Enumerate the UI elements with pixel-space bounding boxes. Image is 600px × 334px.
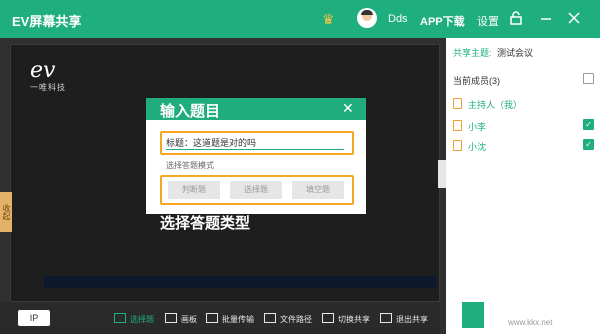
panel-toggle-handle[interactable]: [438, 160, 446, 188]
dialog-close-icon[interactable]: ✕: [342, 100, 354, 117]
host-label: 主持人（我）: [468, 100, 523, 110]
remote-taskbar: [44, 276, 436, 288]
whiteboard-icon: [165, 313, 177, 323]
answer-mode-group: 判断题 选择题 填空题: [160, 175, 354, 205]
toolbar-quiz[interactable]: 选择题: [114, 313, 154, 325]
ev-logo: ev: [30, 58, 56, 83]
host-icon: [453, 98, 462, 109]
answer-mode-label: 选择答题模式: [166, 161, 214, 170]
avatar-hair: [361, 10, 373, 15]
share-topic-label: 共享主题:: [453, 48, 492, 58]
mode-true-false-button[interactable]: 判断题: [168, 181, 220, 199]
toolbar-whiteboard-label: 画板: [181, 315, 197, 324]
avatar[interactable]: [357, 8, 377, 28]
logo-subtitle: 一唯科技: [30, 83, 66, 92]
member-icon: [453, 140, 462, 151]
question-input-highlight: [160, 131, 354, 155]
quiz-icon: [114, 313, 126, 323]
toolbar-whiteboard[interactable]: 画板: [165, 313, 197, 325]
question-input[interactable]: [166, 135, 344, 150]
toolbar-file-path-label: 文件路径: [280, 315, 312, 324]
watermark-url: www.kkx.net: [508, 318, 553, 327]
switch-icon: [322, 313, 334, 323]
app-download-link[interactable]: APP下载: [420, 13, 465, 29]
member-checkbox[interactable]: ✓: [583, 139, 594, 150]
folder-icon: [206, 313, 218, 323]
watermark-logo: KK下载: [488, 288, 557, 310]
lock-icon[interactable]: [510, 11, 526, 27]
member-name: 小沈: [468, 142, 487, 152]
select-all-checkbox[interactable]: [583, 73, 594, 84]
toolbar-exit-share[interactable]: 退出共享: [380, 313, 428, 325]
app-title: EV屏幕共享: [12, 14, 82, 29]
toolbar-exit-share-label: 退出共享: [396, 315, 428, 324]
file-path-icon: [264, 313, 276, 323]
toolbar-batch-transfer[interactable]: 批量传输: [206, 313, 254, 325]
member-checkbox[interactable]: ✓: [583, 119, 594, 130]
toolbar-switch-share-label: 切换共享: [338, 315, 370, 324]
member-icon: [453, 120, 462, 131]
mode-choice-button[interactable]: 选择题: [230, 181, 282, 199]
dialog-title: 输入题目: [160, 103, 221, 120]
user-name[interactable]: Dds: [388, 13, 408, 25]
collapse-tab[interactable]: 收起: [0, 192, 12, 232]
exit-icon: [380, 313, 392, 323]
toolbar-batch-transfer-label: 批量传输: [222, 315, 254, 324]
close-icon[interactable]: [568, 11, 584, 27]
mode-fill-blank-button[interactable]: 填空题: [292, 181, 344, 199]
crown-icon[interactable]: ♛: [322, 11, 338, 27]
ip-button[interactable]: IP: [18, 310, 50, 326]
question-dialog: 输入题目 ✕ 选择答题模式 判断题 选择题 填空题: [146, 98, 366, 214]
member-name: 小李: [468, 122, 487, 132]
minimize-icon[interactable]: [540, 11, 556, 27]
toolbar-switch-share[interactable]: 切换共享: [322, 313, 370, 325]
toolbar-file-path[interactable]: 文件路径: [264, 313, 312, 325]
share-topic-value: 测试会议: [497, 48, 534, 58]
dialog-caption: 选择答题类型: [160, 215, 251, 232]
settings-link[interactable]: 设置: [477, 13, 499, 29]
members-count: 当前成员(3): [453, 76, 500, 86]
toolbar-quiz-label: 选择题: [130, 315, 154, 324]
panel-action-button[interactable]: [462, 302, 484, 328]
